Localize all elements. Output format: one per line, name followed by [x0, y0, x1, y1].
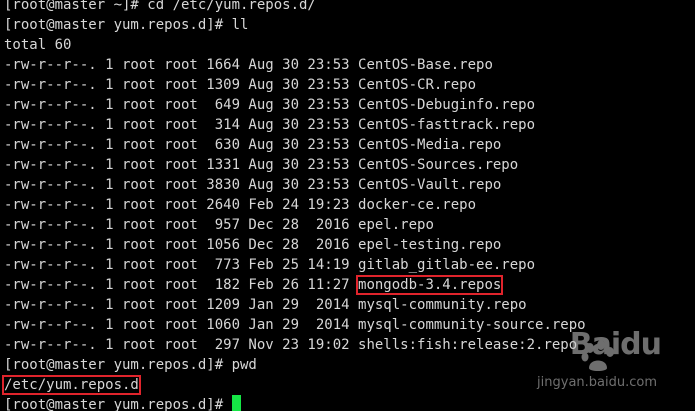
file-row-meta: -rw-r--r--. 1 root root 773 Feb 25 14:19 [4, 257, 359, 273]
file-row-meta: -rw-r--r--. 1 root root 182 Feb 26 11:27 [4, 277, 359, 293]
baidu-watermark: Baidu jingyan.baidu.com [521, 327, 671, 395]
file-row-meta: -rw-r--r--. 1 root root 1056 Dec 28 2016 [4, 237, 359, 253]
file-name-highlighted: mongodb-3.4.repos [356, 275, 504, 295]
terminal-output: [root@master ~]# cd /etc/yum.repos.d/ [r… [2, 0, 586, 411]
file-row: -rw-r--r--. 1 root root 182 Feb 26 11:27… [4, 275, 586, 295]
file-row-meta: -rw-r--r--. 1 root root 649 Aug 30 23:53 [4, 97, 359, 113]
file-name: CentOS-Debuginfo.repo [358, 97, 536, 113]
file-row-meta: -rw-r--r--. 1 root root 314 Aug 30 23:53 [4, 117, 359, 133]
file-row: -rw-r--r--. 1 root root 1309 Aug 30 23:5… [4, 75, 586, 95]
terminal-cursor [231, 395, 241, 411]
file-row-meta: -rw-r--r--. 1 root root 2640 Feb 24 19:2… [4, 197, 359, 213]
file-row: -rw-r--r--. 1 root root 957 Dec 28 2016 … [4, 215, 586, 235]
file-row-meta: -rw-r--r--. 1 root root 1060 Jan 29 2014 [4, 317, 359, 333]
file-name: CentOS-Media.repo [358, 137, 502, 153]
file-row: -rw-r--r--. 1 root root 1060 Jan 29 2014… [4, 315, 586, 335]
watermark-brand: Baidu [569, 327, 662, 362]
pwd-output-highlight: /etc/yum.repos.d [2, 375, 141, 395]
file-row: -rw-r--r--. 1 root root 1056 Dec 28 2016… [4, 235, 586, 255]
current-prompt: [root@master yum.repos.d]# [4, 397, 232, 411]
file-row-meta: -rw-r--r--. 1 root root 957 Dec 28 2016 [4, 217, 359, 233]
file-row: -rw-r--r--. 1 root root 314 Aug 30 23:53… [4, 115, 586, 135]
file-name: CentOS-Sources.repo [358, 157, 519, 173]
file-name: CentOS-fasttrack.repo [358, 117, 536, 133]
file-row-meta: -rw-r--r--. 1 root root 1209 Jan 29 2014 [4, 297, 359, 313]
file-row-meta: -rw-r--r--. 1 root root 630 Aug 30 23:53 [4, 137, 359, 153]
pwd-output-line: /etc/yum.repos.d [2, 375, 586, 395]
file-row-meta: -rw-r--r--. 1 root root 297 Nov 23 19:02 [4, 337, 359, 353]
file-row: -rw-r--r--. 1 root root 1331 Aug 30 23:5… [4, 155, 586, 175]
terminal-line-partial: [root@master ~]# cd /etc/yum.repos.d/ [4, 0, 316, 13]
prompt-ll-line: [root@master yum.repos.d]# ll [4, 17, 249, 33]
file-row: -rw-r--r--. 1 root root 1664 Aug 30 23:5… [4, 55, 586, 75]
file-name: gitlab_gitlab-ee.repo [358, 257, 536, 273]
current-prompt-line[interactable]: [root@master yum.repos.d]# [4, 395, 586, 411]
file-name: epel.repo [358, 217, 434, 233]
file-row: -rw-r--r--. 1 root root 1209 Jan 29 2014… [4, 295, 586, 315]
file-row-meta: -rw-r--r--. 1 root root 1331 Aug 30 23:5… [4, 157, 359, 173]
file-name: CentOS-CR.repo [358, 77, 477, 93]
file-name: CentOS-Base.repo [358, 57, 493, 73]
file-name: epel-testing.repo [358, 237, 502, 253]
file-name: mysql-community.repo [358, 297, 527, 313]
file-row-meta: -rw-r--r--. 1 root root 3830 Aug 30 23:5… [4, 177, 359, 193]
file-listing: -rw-r--r--. 1 root root 1664 Aug 30 23:5… [4, 55, 586, 355]
file-row: -rw-r--r--. 1 root root 297 Nov 23 19:02… [4, 335, 586, 355]
terminal-window[interactable]: [root@master ~]# cd /etc/yum.repos.d/ [r… [0, 0, 695, 411]
file-row: -rw-r--r--. 1 root root 773 Feb 25 14:19… [4, 255, 586, 275]
file-name: CentOS-Vault.repo [358, 177, 502, 193]
file-row-meta: -rw-r--r--. 1 root root 1664 Aug 30 23:5… [4, 57, 359, 73]
prompt-pwd-line: [root@master yum.repos.d]# pwd [4, 357, 257, 373]
file-row: -rw-r--r--. 1 root root 2640 Feb 24 19:2… [4, 195, 586, 215]
file-row: -rw-r--r--. 1 root root 630 Aug 30 23:53… [4, 135, 586, 155]
file-row: -rw-r--r--. 1 root root 649 Aug 30 23:53… [4, 95, 586, 115]
total-line: total 60 [4, 37, 72, 53]
file-row: -rw-r--r--. 1 root root 3830 Aug 30 23:5… [4, 175, 586, 195]
watermark-url: jingyan.baidu.com [537, 375, 657, 390]
file-name: mysql-community-source.repo [358, 317, 586, 333]
file-name: docker-ce.repo [358, 197, 477, 213]
file-row-meta: -rw-r--r--. 1 root root 1309 Aug 30 23:5… [4, 77, 359, 93]
